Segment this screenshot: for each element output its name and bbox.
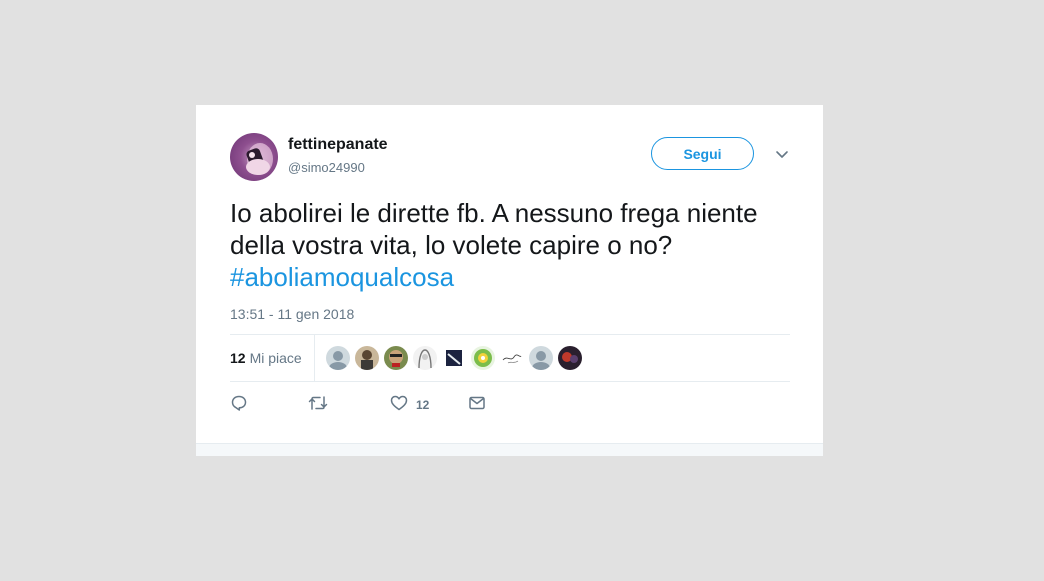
retweet-icon xyxy=(308,394,328,417)
divider-bottom xyxy=(230,381,790,382)
likes-stat[interactable]: 12 Mi piace xyxy=(230,335,315,381)
like-button[interactable]: 12 xyxy=(390,393,429,417)
display-name[interactable]: fettinepanate xyxy=(288,136,388,154)
heart-icon xyxy=(390,394,408,417)
likes-label: Mi piace xyxy=(249,350,302,366)
like-count: 12 xyxy=(416,398,430,412)
follow-button[interactable]: Segui xyxy=(651,137,754,170)
tweet-timestamp[interactable]: 13:51 - 11 gen 2018 xyxy=(230,306,354,322)
liker-avatar[interactable] xyxy=(471,346,495,370)
tweet-stats: 12 Mi piace xyxy=(230,335,790,381)
liker-avatar[interactable] xyxy=(384,346,408,370)
likes-count: 12 xyxy=(230,350,246,366)
liker-avatar[interactable] xyxy=(500,346,524,370)
envelope-icon xyxy=(468,394,486,417)
user-avatar[interactable] xyxy=(230,133,278,181)
liker-avatar[interactable] xyxy=(355,346,379,370)
liker-avatar[interactable] xyxy=(558,346,582,370)
reply-button[interactable] xyxy=(230,393,248,417)
likers-avatars xyxy=(326,346,587,370)
hashtag-link[interactable]: #aboliamoqualcosa xyxy=(230,262,454,292)
tweet-text: Io abolirei le dirette fb. A nessuno fre… xyxy=(230,197,800,293)
user-handle[interactable]: @simo24990 xyxy=(288,160,365,175)
liker-avatar[interactable] xyxy=(326,346,350,370)
direct-message-button[interactable] xyxy=(468,393,486,417)
liker-avatar[interactable] xyxy=(413,346,437,370)
reply-icon xyxy=(230,394,248,417)
retweet-button[interactable] xyxy=(308,393,328,417)
avatar-image xyxy=(246,143,273,175)
tweet-body: Io abolirei le dirette fb. A nessuno fre… xyxy=(230,198,758,260)
tweet-card: fettinepanate @simo24990 Segui Io abolir… xyxy=(196,105,823,456)
chevron-down-icon[interactable] xyxy=(774,147,790,163)
liker-avatar[interactable] xyxy=(442,346,466,370)
tweet-actions: 12 xyxy=(230,393,790,417)
liker-avatar[interactable] xyxy=(529,346,553,370)
card-footer xyxy=(196,443,823,456)
